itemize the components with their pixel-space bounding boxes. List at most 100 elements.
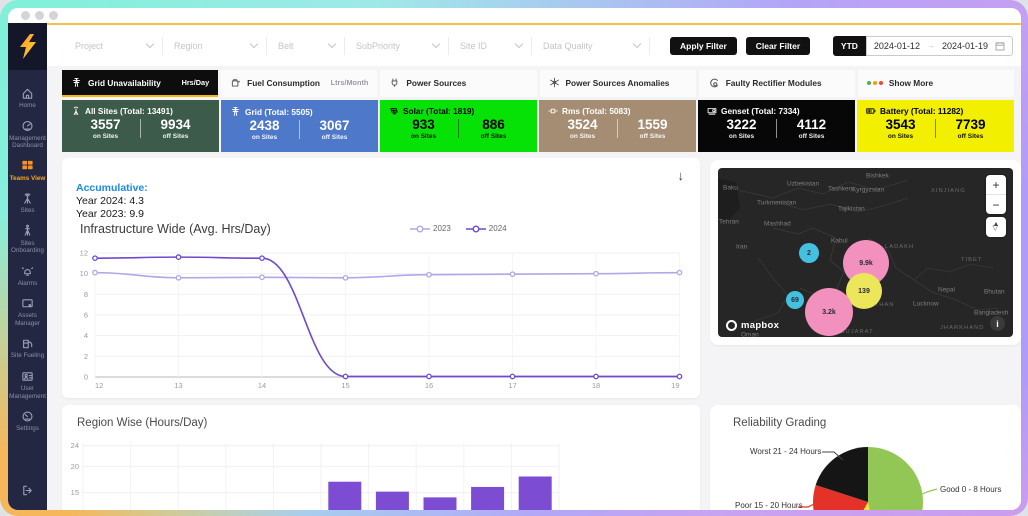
svg-text:18: 18 xyxy=(592,381,600,390)
legend-item-2023[interactable]: 2023 xyxy=(410,224,451,233)
line-chart: 0246810121213141516171819 xyxy=(62,246,700,396)
date-from[interactable]: 2024-01-12 xyxy=(874,41,920,51)
main-area: Project Region Belt SubPriority Site ID Data … xyxy=(47,23,1021,510)
app-logo[interactable] xyxy=(8,23,47,70)
clear-filter-button[interactable]: Clear Filter xyxy=(746,37,810,55)
tower-icon xyxy=(71,106,81,116)
tab-strip: Grid UnavailabilityHrs/DayFuel Consumpti… xyxy=(62,70,1014,97)
svg-text:0: 0 xyxy=(84,373,88,382)
map-pitch-toggle[interactable]: ▲▽ xyxy=(986,217,1006,237)
sidebar-item-user-management[interactable]: User Management xyxy=(8,369,47,400)
legend-marker-icon xyxy=(410,225,430,233)
filter-dropdown-subpriority[interactable]: SubPriority xyxy=(356,37,449,55)
map-label-jharkhand: JHARKHAND xyxy=(940,325,984,331)
svg-text:10: 10 xyxy=(80,269,88,278)
map-info-button[interactable]: i xyxy=(990,316,1005,331)
window-control-icon[interactable] xyxy=(21,11,30,20)
site-fueling-icon xyxy=(21,336,34,350)
tab-faulty-rectifier-modules[interactable]: Faulty Rectifier Modules xyxy=(699,70,855,97)
svg-text:20: 20 xyxy=(71,462,79,471)
on-label: on Sites xyxy=(230,134,299,141)
stat-card-all-sites[interactable]: All Sites (Total: 13491)3557on Sites9934… xyxy=(62,100,219,152)
svg-text:19: 19 xyxy=(671,381,679,390)
stat-card-grid[interactable]: Grid (Total: 5505)2438on Sites3067off Si… xyxy=(221,100,378,152)
sidebar-item-home[interactable]: Home xyxy=(8,86,47,110)
sidebar-item-sites[interactable]: Sites xyxy=(8,191,47,215)
legend-label: 2024 xyxy=(489,224,507,233)
accumulative-label: Accumulative: xyxy=(76,182,148,195)
window-control-icon[interactable] xyxy=(49,11,58,20)
stat-card-title: Grid (Total: 5505) xyxy=(245,107,313,117)
sidebar-item-management-dashboard[interactable]: Management Dashboard xyxy=(8,119,47,150)
sidebar-item-settings[interactable]: Settings xyxy=(8,409,47,433)
off-label: off Sites xyxy=(618,133,687,140)
logout-icon[interactable] xyxy=(21,484,34,502)
stat-card-title: Battery (Total: 11282) xyxy=(880,106,963,116)
map-cluster-bubble[interactable]: 3.2k xyxy=(805,288,853,336)
download-arrow-icon[interactable]: ↓ xyxy=(678,168,685,183)
legend-marker-icon xyxy=(466,225,486,233)
zoom-in-button[interactable]: + xyxy=(986,175,1006,194)
map-cluster-bubble[interactable]: 69 xyxy=(786,291,804,309)
map-label-kyrgyzstan: Kyrgyzstan xyxy=(852,187,884,194)
mapbox-attribution[interactable]: mapbox xyxy=(726,320,779,331)
stat-cards-row: All Sites (Total: 13491)3557on Sites9934… xyxy=(62,100,1014,152)
map-canvas[interactable]: BakuTurkmenistanUzbekistanTashkentBishke… xyxy=(718,168,1013,337)
stat-card-genset[interactable]: Genset (Total: 7334)3222on Sites4112off … xyxy=(698,100,855,152)
map-cluster-bubble[interactable]: 2 xyxy=(799,243,819,263)
zoom-out-button[interactable]: − xyxy=(986,194,1006,214)
stat-card-solar[interactable]: Solar (Total: 1819)933on Sites886off Sit… xyxy=(380,100,537,152)
sidebar-item-site-fueling[interactable]: Site Fueling xyxy=(8,336,47,360)
teams-view-icon xyxy=(21,159,34,173)
legend-item-2024[interactable]: 2024 xyxy=(466,224,507,233)
filter-dropdown-site-id[interactable]: Site ID xyxy=(460,37,532,55)
on-sites-value: 3557on Sites xyxy=(71,117,140,140)
stat-card-title: Rms (Total: 5083) xyxy=(562,106,631,116)
sites-onboarding-icon xyxy=(21,224,34,238)
off-count: 3067 xyxy=(300,118,369,134)
svg-text:12: 12 xyxy=(95,381,103,390)
stat-card-battery[interactable]: Battery (Total: 11282)3543on Sites7739of… xyxy=(857,100,1014,152)
tab-fuel-consumption[interactable]: Fuel ConsumptionLtrs/Month xyxy=(221,70,377,97)
titlebar xyxy=(8,8,1021,23)
filter-dropdown-data-quality[interactable]: Data Quality xyxy=(543,37,650,55)
off-count: 9934 xyxy=(141,117,210,133)
region-wise-card: Region Wise (Hours/Day) 152024 xyxy=(62,405,700,510)
map-label-tajikistan: Tajikistan xyxy=(838,206,865,213)
filter-dropdown-belt[interactable]: Belt xyxy=(278,37,345,55)
apply-filter-button[interactable]: Apply Filter xyxy=(670,37,737,55)
sidebar-item-alarms[interactable]: Alarms xyxy=(8,264,47,288)
map-card: BakuTurkmenistanUzbekistanTashkentBishke… xyxy=(710,160,1021,345)
reliability-grading-card: Reliability Grading Worst 21 - 24 Hours … xyxy=(710,405,1021,510)
tab-grid-unavailability[interactable]: Grid UnavailabilityHrs/Day xyxy=(62,70,218,97)
accumulative-block: Accumulative: Year 2024: 4.3 Year 2023: … xyxy=(76,182,148,221)
map-label-iran: Iran xyxy=(736,244,747,251)
sidebar-item-teams-view[interactable]: Teams View xyxy=(8,159,47,183)
sidebar-nav: Home Management Dashboard Teams View Sites S… xyxy=(8,70,47,442)
stat-card-values: 3543on Sites7739off Sites xyxy=(866,117,1005,140)
filter-dropdown-label: Belt xyxy=(278,41,294,51)
map-label-lucknow: Lucknow xyxy=(913,301,939,308)
tab-show-more[interactable]: Show More xyxy=(858,70,1014,97)
tab-power-sources-anomalies[interactable]: Power Sources Anomalies xyxy=(540,70,696,97)
mapbox-logo-icon xyxy=(726,320,737,331)
sidebar-item-label: Site Fueling xyxy=(9,352,47,360)
sidebar-item-assets-manager[interactable]: Assets Manager xyxy=(8,296,47,327)
stat-card-header: Grid (Total: 5505) xyxy=(230,106,369,117)
on-label: on Sites xyxy=(866,133,935,140)
filter-dropdown-region[interactable]: Region xyxy=(174,37,267,55)
map-label-tibet: TIBET xyxy=(961,257,982,263)
tab-power-sources[interactable]: Power Sources xyxy=(380,70,536,97)
svg-text:13: 13 xyxy=(174,381,182,390)
filter-dropdown-project[interactable]: Project xyxy=(75,37,163,55)
sidebar-item-sites-onboarding[interactable]: Sites Onboarding xyxy=(8,224,47,255)
date-range-input[interactable]: 2024-01-12 → 2024-01-19 xyxy=(866,36,1013,56)
svg-text:12: 12 xyxy=(80,249,88,258)
date-to[interactable]: 2024-01-19 xyxy=(942,41,988,51)
sidebar-item-label: User Management xyxy=(9,385,47,400)
ytd-button[interactable]: YTD xyxy=(833,36,866,56)
window-control-icon[interactable] xyxy=(35,11,44,20)
accumulative-2023: Year 2023: 9.9 xyxy=(76,208,148,221)
on-label: on Sites xyxy=(548,133,617,140)
stat-card-rms[interactable]: Rms (Total: 5083)3524on Sites1559off Sit… xyxy=(539,100,696,152)
